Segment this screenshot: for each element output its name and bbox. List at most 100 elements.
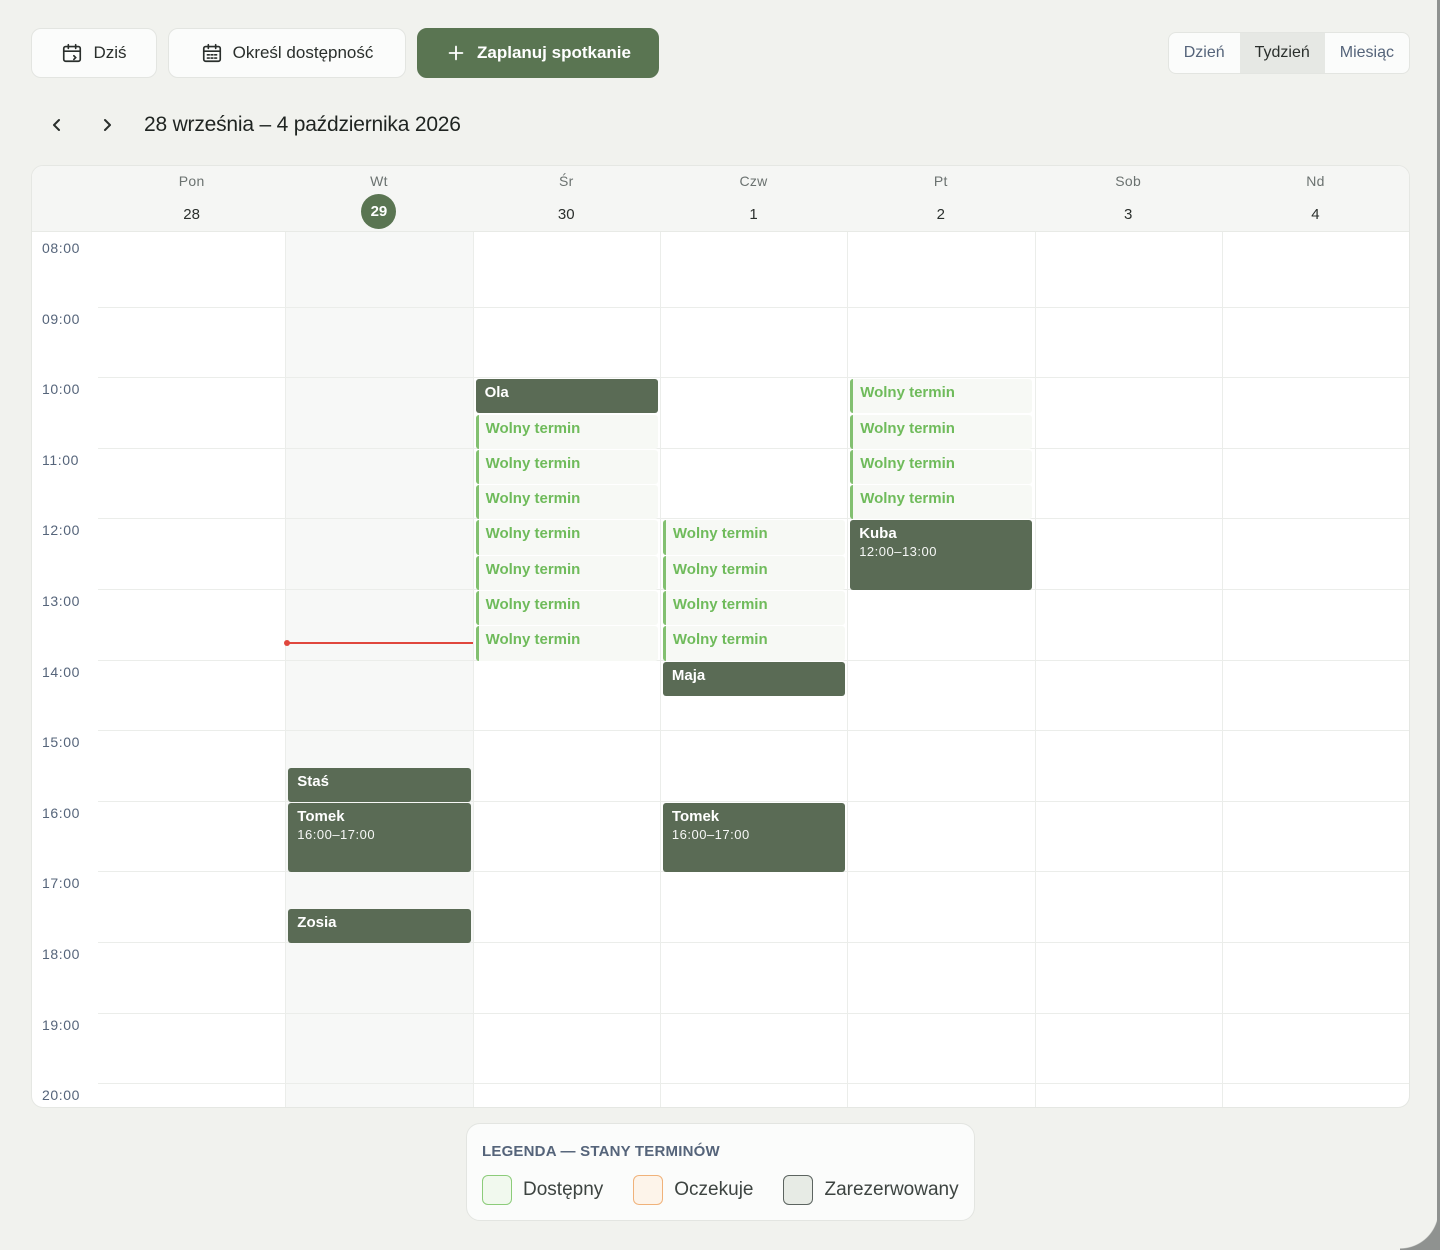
day-number: 1 bbox=[749, 206, 758, 223]
free-slot[interactable]: Wolny termin bbox=[475, 449, 658, 485]
hour-label: 15:00 bbox=[42, 734, 81, 751]
legend: LEGENDA — STANY TERMINÓW Dostępny Oczekuj… bbox=[466, 1123, 975, 1221]
event-title: Wolny termin bbox=[485, 560, 581, 578]
booked-event[interactable]: Tomek 16:00–17:00 bbox=[662, 802, 846, 873]
event-time: 16:00–17:00 bbox=[671, 826, 750, 842]
event-title: Wolny termin bbox=[485, 631, 581, 649]
free-slot[interactable]: Wolny termin bbox=[475, 414, 658, 449]
event-title: Staś bbox=[297, 772, 329, 790]
event-title: Wolny termin bbox=[485, 419, 581, 437]
legend-swatch bbox=[482, 1175, 512, 1205]
window-corner bbox=[1400, 1210, 1440, 1250]
event-title: Wolny termin bbox=[672, 596, 768, 613]
day-header[interactable]: Wt 29 bbox=[285, 166, 472, 232]
free-slot[interactable]: Wolny termin bbox=[662, 520, 846, 555]
hour-label: 13:00 bbox=[42, 593, 81, 609]
day-number: 3 bbox=[1123, 206, 1133, 223]
previous-week-button[interactable] bbox=[44, 109, 70, 141]
day-gridline bbox=[472, 232, 474, 1107]
booked-event[interactable]: Ola bbox=[475, 379, 658, 414]
booked-event[interactable]: Staś bbox=[288, 767, 471, 802]
free-slot[interactable]: Wolny termin bbox=[475, 591, 658, 626]
chevron-left-icon bbox=[53, 119, 60, 131]
view-week-option[interactable]: Tydzień bbox=[1239, 33, 1325, 73]
free-slot[interactable]: Wolny termin bbox=[850, 414, 1033, 449]
event-title: Wolny termin bbox=[860, 454, 955, 472]
booked-event[interactable]: Tomek 16:00–17:00 bbox=[288, 802, 471, 873]
event-title: Tomek bbox=[297, 807, 345, 825]
free-slot[interactable]: Wolny termin bbox=[850, 379, 1033, 414]
hour-label: 16:00 bbox=[42, 804, 81, 821]
plus-icon bbox=[448, 45, 464, 61]
calendar-icon bbox=[63, 43, 82, 63]
next-week-button[interactable] bbox=[94, 109, 120, 141]
hour-label: 14:00 bbox=[42, 663, 81, 680]
free-slot[interactable]: Wolny termin bbox=[475, 520, 658, 555]
hour-label: 17:00 bbox=[42, 875, 81, 892]
legend-title: LEGENDA — STANY TERMINÓW bbox=[482, 1143, 720, 1160]
set-availability-button[interactable]: Określ dostępność bbox=[168, 28, 406, 78]
hour-label: 08:00 bbox=[42, 240, 81, 256]
free-slot[interactable]: Wolny termin bbox=[475, 555, 658, 590]
hour-gridline bbox=[98, 1012, 1409, 1014]
event-title: Wolny termin bbox=[485, 490, 581, 508]
event-time: 16:00–17:00 bbox=[297, 826, 376, 842]
event-title: Wolny termin bbox=[860, 419, 955, 437]
current-time-line bbox=[285, 641, 473, 644]
day-header[interactable]: Śr 30 bbox=[473, 166, 660, 232]
day-header[interactable]: Sob 3 bbox=[1035, 166, 1222, 232]
legend-label: Zarezerwowany bbox=[824, 1179, 959, 1200]
view-day-option[interactable]: Dzień bbox=[1169, 33, 1240, 73]
toolbar: Dziś Określ dostępność Zaplanuj spotkani… bbox=[31, 28, 1410, 78]
day-gridline bbox=[1034, 232, 1036, 1107]
calendar-grid[interactable]: 08:00 09:00 10:00 11:00 12:00 13:00 14:00 15:00… bbox=[32, 232, 1409, 1107]
free-slot[interactable]: Wolny termin bbox=[850, 485, 1033, 520]
day-number-today: 29 bbox=[361, 194, 397, 229]
day-header[interactable]: Czw 1 bbox=[660, 166, 847, 232]
view-switcher: Dzień Tydzień Miesiąc bbox=[1167, 32, 1410, 74]
event-title: Wolny termin bbox=[485, 525, 581, 543]
free-slot[interactable]: Wolny termin bbox=[475, 485, 658, 520]
booked-event[interactable]: Kuba 12:00–13:00 bbox=[850, 520, 1033, 590]
event-title: Zosia bbox=[297, 913, 337, 931]
day-name: Pt bbox=[933, 173, 948, 189]
hour-gridline bbox=[98, 1083, 1409, 1085]
legend-item: Dostępny bbox=[482, 1175, 603, 1205]
booked-event[interactable]: Maja bbox=[662, 661, 846, 696]
day-name: Sob bbox=[1115, 173, 1142, 189]
day-name: Wt bbox=[370, 173, 388, 189]
event-title: Ola bbox=[484, 384, 509, 402]
day-number: 30 bbox=[557, 206, 575, 223]
calendar-grid-icon bbox=[202, 43, 221, 63]
schedule-meeting-label: Zaplanuj spotkanie bbox=[477, 43, 631, 62]
day-name: Czw bbox=[739, 173, 768, 189]
day-number: 28 bbox=[183, 206, 200, 223]
day-header[interactable]: Pt 2 bbox=[847, 166, 1034, 232]
hour-gridline bbox=[98, 447, 1409, 449]
day-header[interactable]: Pon 28 bbox=[98, 166, 285, 232]
free-slot[interactable]: Wolny termin bbox=[475, 626, 658, 661]
day-gridline bbox=[1221, 232, 1223, 1107]
hour-label: 20:00 bbox=[42, 1087, 81, 1104]
free-slot[interactable]: Wolny termin bbox=[662, 555, 846, 590]
free-slot[interactable]: Wolny termin bbox=[662, 626, 846, 661]
hour-gridline bbox=[98, 306, 1409, 308]
hour-gridline bbox=[98, 377, 1409, 379]
day-name: Śr bbox=[558, 173, 574, 189]
booked-event[interactable]: Zosia bbox=[288, 908, 471, 943]
legend-label: Oczekuje bbox=[674, 1179, 754, 1200]
day-header[interactable]: Nd 4 bbox=[1222, 166, 1409, 232]
hour-label: 18:00 bbox=[42, 946, 81, 962]
event-title: Wolny termin bbox=[860, 490, 955, 508]
view-month-option[interactable]: Miesiąc bbox=[1325, 33, 1409, 73]
free-slot[interactable]: Wolny termin bbox=[850, 449, 1033, 485]
free-slot[interactable]: Wolny termin bbox=[662, 591, 846, 626]
legend-item: Oczekuje bbox=[633, 1175, 753, 1205]
event-title: Wolny termin bbox=[672, 631, 768, 649]
hour-gridline bbox=[98, 518, 1409, 520]
legend-items: Dostępny Oczekuje Zarezerwowany bbox=[482, 1175, 989, 1205]
hour-label: 19:00 bbox=[42, 1016, 81, 1033]
hour-gridline bbox=[98, 730, 1409, 732]
today-button[interactable]: Dziś bbox=[31, 28, 157, 78]
schedule-meeting-button[interactable]: Zaplanuj spotkanie bbox=[417, 28, 659, 78]
